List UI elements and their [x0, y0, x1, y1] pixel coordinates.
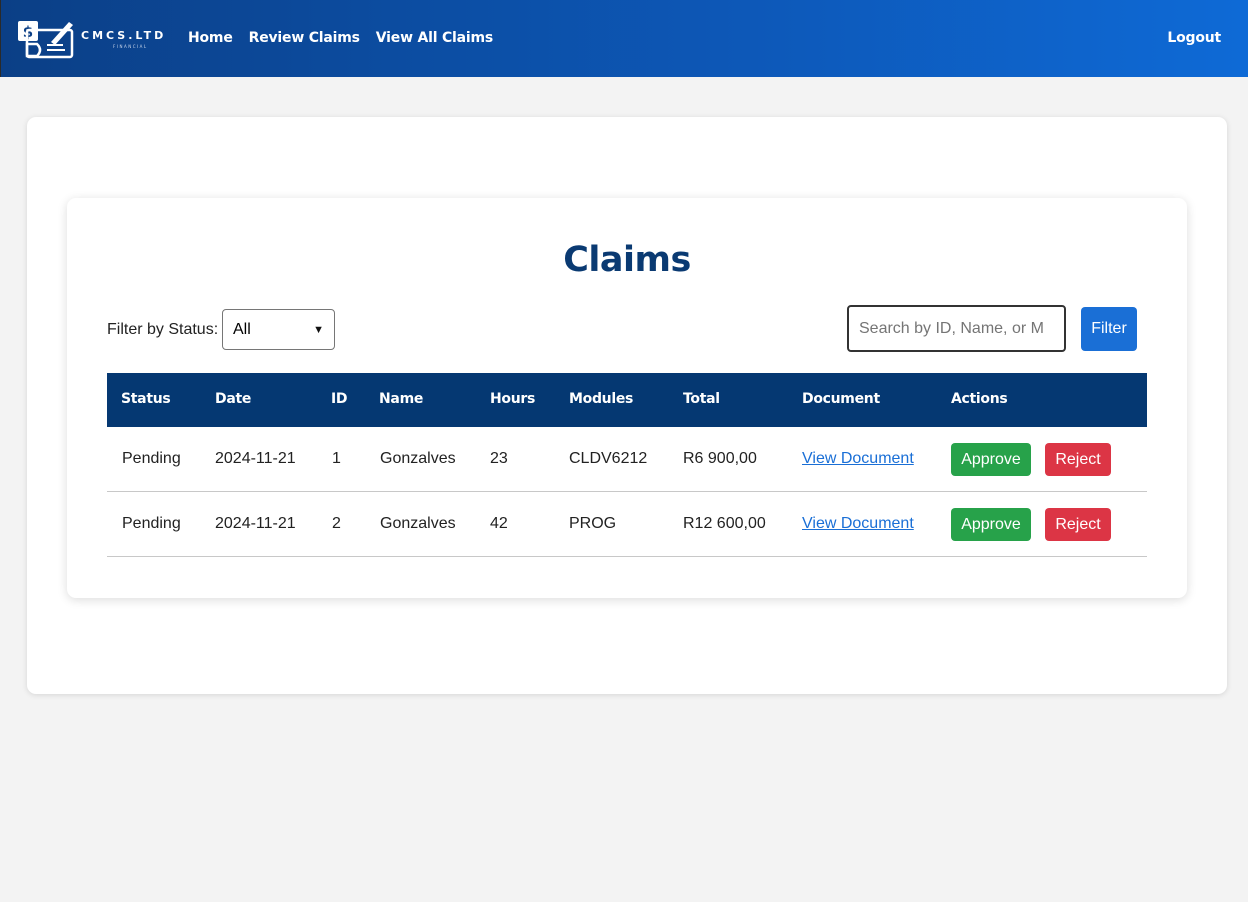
brand-logo[interactable]: $ CMCS.LTD FINANCIAL [17, 16, 167, 62]
approve-button[interactable]: Approve [951, 508, 1031, 541]
cell-hours: 23 [490, 450, 508, 467]
header-status: Status [121, 391, 171, 407]
cell-status: Pending [122, 515, 181, 532]
header-modules: Modules [569, 391, 634, 407]
reject-button[interactable]: Reject [1045, 443, 1111, 476]
cell-name: Gonzalves [380, 450, 456, 467]
header-name: Name [379, 391, 424, 407]
cell-name: Gonzalves [380, 515, 456, 532]
claims-card: Claims Filter by Status: All ▼ Search by… [67, 198, 1187, 598]
view-document-link[interactable]: View Document [802, 450, 914, 468]
search-input[interactable]: Search by ID, Name, or M [847, 305, 1066, 352]
header-date: Date [215, 391, 252, 407]
page-title: Claims [563, 240, 691, 280]
header-document: Document [802, 391, 880, 407]
header-id: ID [331, 391, 348, 407]
nav-link-view-all-claims[interactable]: View All Claims [376, 30, 493, 46]
nav-link-home[interactable]: Home [188, 30, 233, 46]
status-filter-select[interactable]: All ▼ [222, 309, 335, 350]
header-actions: Actions [951, 391, 1008, 407]
chevron-down-icon: ▼ [313, 323, 324, 336]
table-header: Status Date ID Name Hours Modules Total … [107, 373, 1147, 427]
cell-id: 1 [332, 450, 341, 467]
cell-date: 2024-11-21 [215, 450, 296, 467]
cell-modules: PROG [569, 515, 617, 532]
nav-links: Home Review Claims View All Claims [188, 30, 493, 46]
header-total: Total [683, 391, 720, 407]
cell-hours: 42 [490, 515, 508, 532]
header-hours: Hours [490, 391, 536, 407]
filter-status-label: Filter by Status: [107, 321, 219, 338]
filter-button[interactable]: Filter [1081, 307, 1137, 351]
status-selected-value: All [233, 320, 251, 338]
view-document-link[interactable]: View Document [802, 515, 914, 533]
cell-date: 2024-11-21 [215, 515, 296, 532]
navbar: $ CMCS.LTD FINANCIAL Home Review Claims … [0, 0, 1248, 77]
claim-document-icon: $ [18, 21, 74, 59]
search-placeholder: Search by ID, Name, or M [859, 319, 1044, 337]
table-row: Pending 2024-11-21 1 Gonzalves 23 CLDV62… [107, 427, 1147, 492]
cell-total: R6 900,00 [683, 450, 757, 467]
cell-modules: CLDV6212 [569, 450, 648, 467]
logout-link[interactable]: Logout [1167, 30, 1221, 46]
cell-status: Pending [122, 450, 181, 467]
table-row: Pending 2024-11-21 2 Gonzalves 42 PROG R… [107, 492, 1147, 557]
content-panel: Claims Filter by Status: All ▼ Search by… [27, 117, 1227, 694]
nav-link-review-claims[interactable]: Review Claims [249, 30, 360, 46]
cell-id: 2 [332, 515, 341, 532]
reject-button[interactable]: Reject [1045, 508, 1111, 541]
claims-table: Status Date ID Name Hours Modules Total … [107, 373, 1147, 557]
brand-tagline: FINANCIAL [113, 44, 148, 49]
brand-name: CMCS.LTD [81, 29, 167, 42]
cell-total: R12 600,00 [683, 515, 766, 532]
approve-button[interactable]: Approve [951, 443, 1031, 476]
